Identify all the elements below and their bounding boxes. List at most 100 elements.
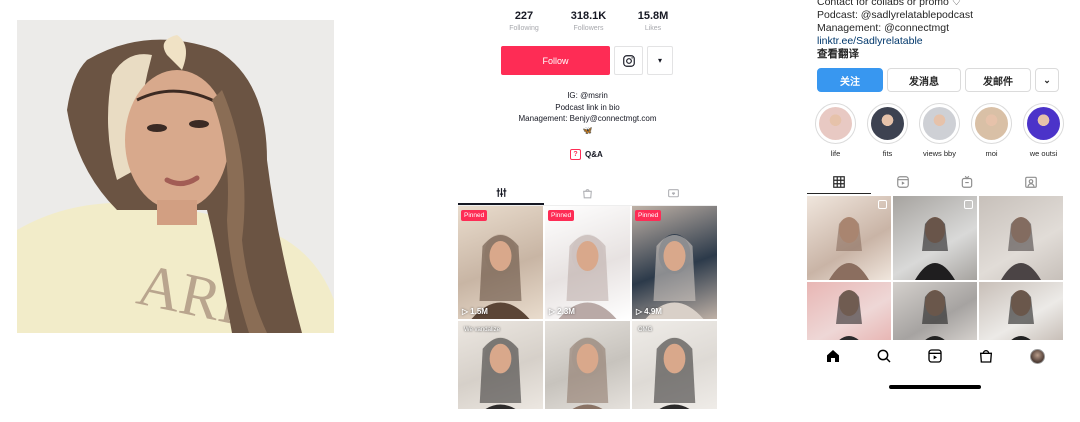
profile-bio: Contact for collabs or promo ♡ Podcast: … — [817, 0, 973, 61]
highlight-ring — [867, 103, 908, 144]
highlight-label: we outsi — [1029, 149, 1058, 158]
stat-label: Likes — [644, 25, 662, 32]
post-thumbnail[interactable] — [979, 282, 1063, 340]
post-thumbnail[interactable] — [893, 196, 977, 280]
highlight-label: life — [830, 149, 841, 158]
stat-following[interactable]: 227 Following — [496, 10, 552, 32]
nav-shop[interactable] — [975, 345, 997, 367]
view-count: ▷ 4.9M — [636, 307, 662, 316]
liked-videos-icon — [668, 189, 680, 198]
post-thumbnail[interactable] — [979, 196, 1063, 280]
tagged-icon — [1025, 176, 1037, 188]
stat-value: 318.1K — [570, 10, 607, 22]
stat-label: Following — [509, 25, 539, 32]
qa-icon: ? — [570, 149, 581, 160]
thumbnail-figure — [566, 336, 609, 409]
qa-link[interactable]: ? Q&A — [570, 149, 603, 160]
bio-link[interactable]: linktr.ee/Sadlyrelatable — [817, 35, 973, 48]
tab-posts[interactable] — [807, 170, 871, 194]
more-options-button[interactable]: ▾ — [647, 46, 673, 75]
nav-reels[interactable] — [924, 345, 946, 367]
suggested-accounts-button[interactable]: ⌄ — [1035, 68, 1059, 92]
play-icon: ▷ — [636, 307, 643, 316]
view-count-value: 4.9M — [644, 307, 662, 316]
email-button[interactable]: 发邮件 — [965, 68, 1031, 92]
profile-icon — [1029, 348, 1045, 364]
qa-label: Q&A — [585, 150, 603, 159]
nav-search[interactable] — [873, 345, 895, 367]
chevron-down-icon: ⌄ — [1043, 74, 1051, 85]
nav-profile[interactable] — [1026, 345, 1048, 367]
highlight-item[interactable]: fits — [867, 103, 908, 158]
tiktok-profile: 227 Following 318.1K Followers 15.8M Lik… — [458, 0, 717, 410]
video-caption-overlay: OMG — [638, 327, 653, 333]
multi-post-icon — [878, 200, 887, 209]
videos-grid-icon — [496, 188, 507, 197]
video-thumbnail[interactable]: Pinned ▷ 4.9M — [632, 206, 717, 319]
see-translation-link[interactable]: 查看翻译 — [817, 48, 973, 61]
pinned-badge: Pinned — [548, 210, 575, 221]
highlight-item[interactable]: views bby — [919, 103, 960, 158]
stat-followers[interactable]: 318.1K Followers — [561, 10, 617, 32]
bio-line: IG: @msrin — [567, 91, 608, 100]
video-thumbnail[interactable]: Pinned ▷ 2.3M — [545, 206, 630, 319]
igtv-icon — [961, 175, 973, 188]
thumbnail-figure — [471, 234, 530, 319]
chevron-down-icon: ▾ — [657, 56, 662, 65]
highlight-item[interactable]: we outsi — [1023, 103, 1064, 158]
post-thumbnail[interactable] — [807, 282, 891, 340]
post-figure — [836, 290, 862, 340]
profile-stats: 227 Following 318.1K Followers 15.8M Lik… — [496, 10, 681, 32]
pinned-badge: Pinned — [461, 210, 488, 221]
follow-button[interactable]: 关注 — [817, 68, 883, 92]
reels-icon — [928, 349, 942, 363]
highlight-ring — [815, 103, 856, 144]
video-thumbnail[interactable]: OMG — [632, 321, 717, 409]
tab-tagged[interactable] — [999, 170, 1063, 194]
play-icon: ▷ — [462, 307, 469, 316]
highlight-label: fits — [882, 149, 893, 158]
video-thumbnail[interactable]: Pinned ▷ 1.5M — [458, 206, 543, 319]
post-thumbnail[interactable] — [807, 196, 891, 280]
post-thumbnail[interactable] — [893, 282, 977, 340]
tab-igtv[interactable] — [935, 170, 999, 194]
highlight-label: views bby — [923, 149, 956, 158]
bio-line[interactable]: Management: Benjy@connectmgt.com — [458, 113, 717, 125]
video-thumbnail[interactable]: We vandalize — [458, 321, 543, 409]
instagram-link-button[interactable] — [614, 46, 643, 75]
home-indicator — [889, 385, 981, 389]
highlight-item[interactable]: life — [815, 103, 856, 158]
thumbnail-figure — [558, 234, 617, 319]
posts-grid — [807, 196, 1063, 340]
tab-videos[interactable] — [458, 182, 545, 205]
highlight-item[interactable]: moi — [971, 103, 1012, 158]
view-count-value: 1.5M — [470, 307, 488, 316]
stat-value: 15.8M — [637, 10, 669, 22]
instagram-profile: Contact for collabs or promo ♡ Podcast: … — [807, 0, 1064, 410]
follow-button[interactable]: Follow — [501, 46, 610, 75]
instagram-icon — [622, 54, 635, 67]
highlight-cover — [871, 107, 904, 140]
highlight-cover — [1027, 107, 1060, 140]
tab-shop[interactable] — [544, 182, 630, 205]
bio-line: Management: @connectmgt — [817, 22, 950, 34]
bio-line: Podcast: @sadlyrelatablepodcast — [817, 9, 973, 21]
video-caption-overlay: We vandalize — [464, 327, 500, 333]
thumbnail-figure — [645, 234, 704, 319]
search-icon — [877, 349, 891, 363]
play-icon: ▷ — [549, 307, 556, 316]
video-grid: Pinned ▷ 1.5M Pinned ▷ 2.3M Pinned ▷ 4.9M We v… — [458, 206, 717, 410]
profile-photo: ARIZ — [17, 20, 334, 333]
home-icon — [826, 350, 839, 362]
nav-home[interactable] — [822, 345, 844, 367]
reels-icon — [897, 176, 909, 188]
shop-icon — [980, 350, 993, 363]
video-thumbnail[interactable] — [545, 321, 630, 409]
highlight-cover — [819, 107, 852, 140]
profile-actions: 关注 发消息 发邮件 ⌄ — [817, 68, 1059, 92]
tab-reels[interactable] — [871, 170, 935, 194]
content-tabs — [458, 182, 717, 206]
tab-liked[interactable] — [631, 182, 717, 205]
message-button[interactable]: 发消息 — [887, 68, 961, 92]
post-figure — [922, 290, 948, 340]
